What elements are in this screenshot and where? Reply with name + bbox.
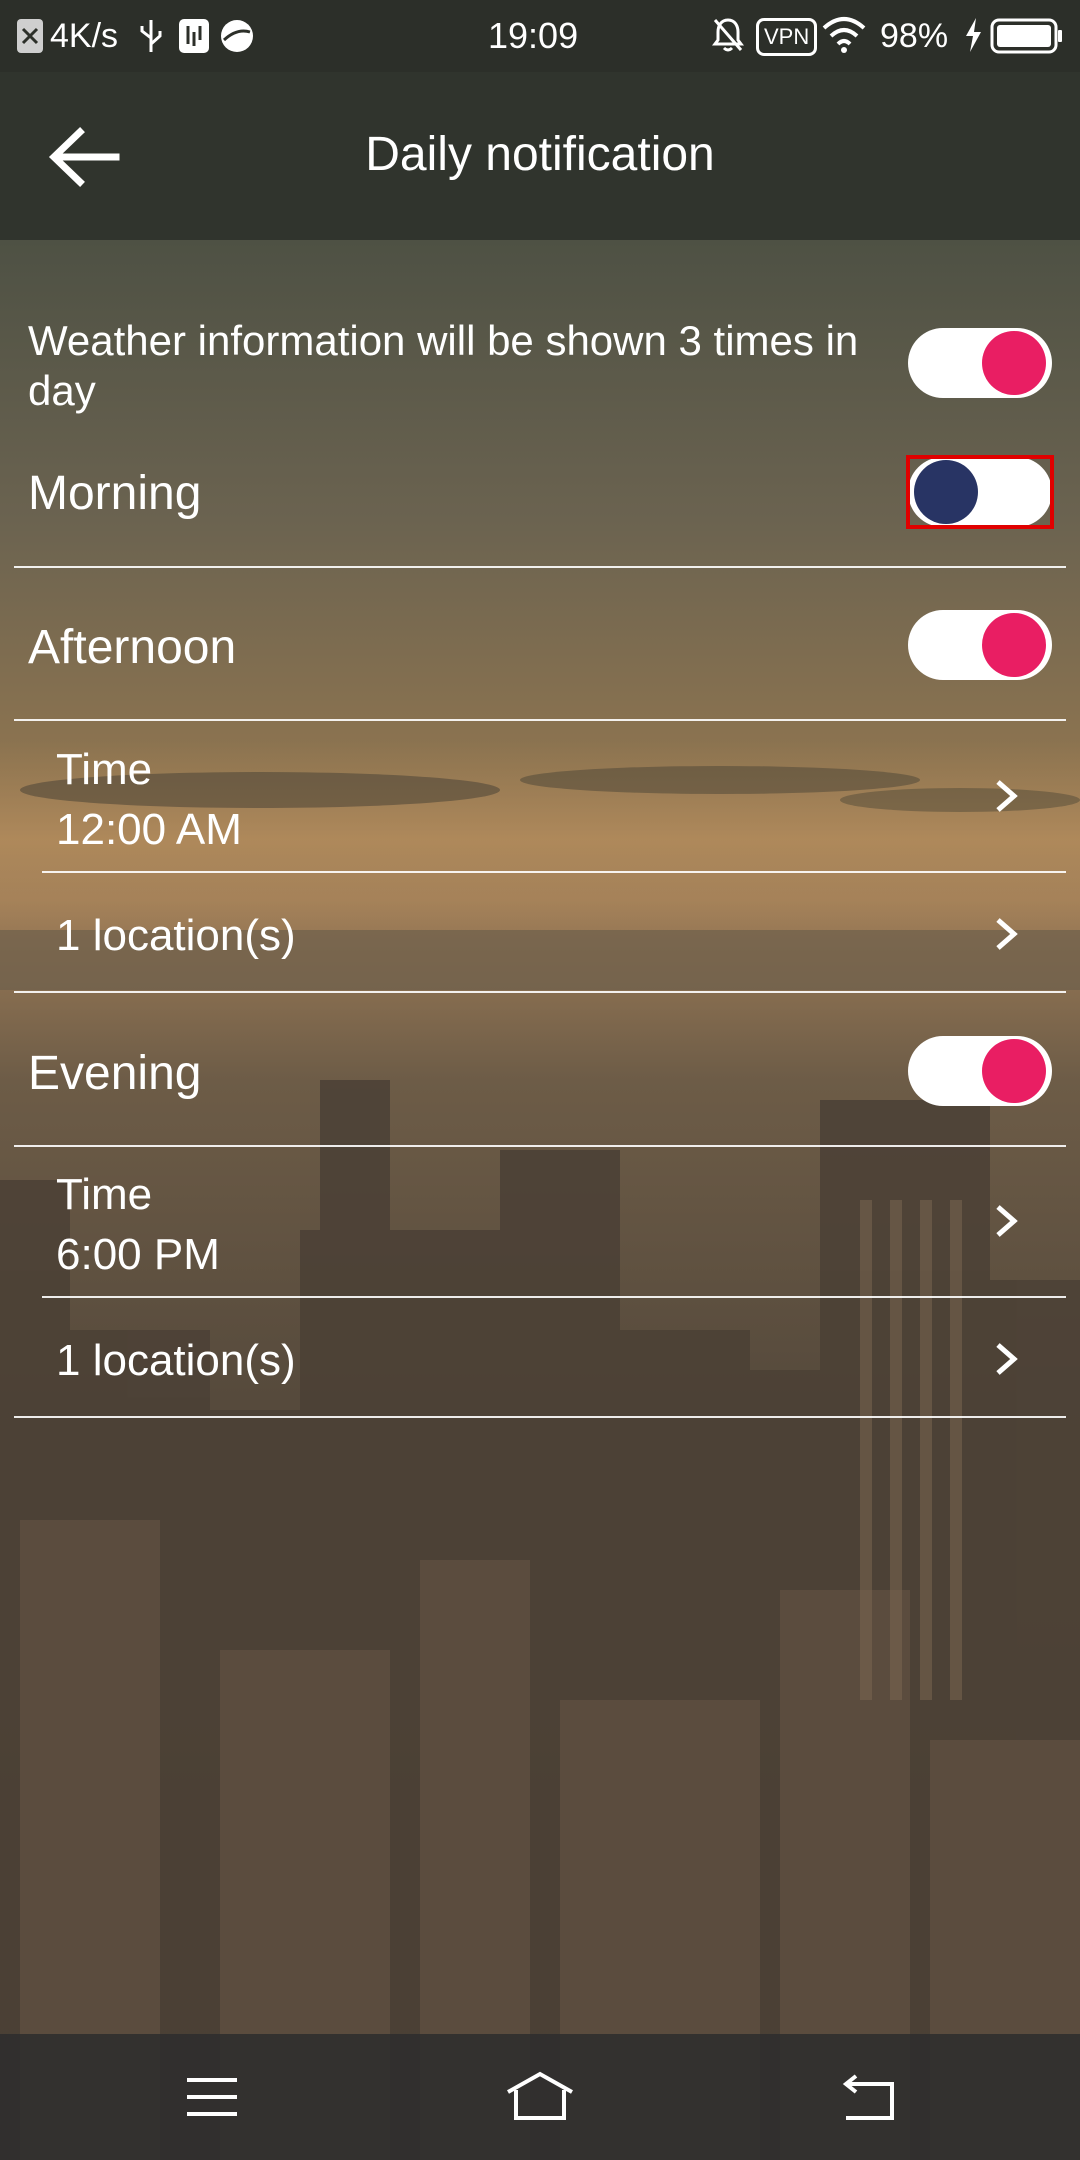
clock: 19:09 — [488, 15, 579, 56]
afternoon-time-label: Time — [56, 745, 153, 794]
evening-time-value: 6:00 PM — [56, 1230, 220, 1279]
network-speed: 4K/s — [50, 17, 119, 55]
afternoon-locations: 1 location(s) — [56, 911, 296, 960]
afternoon-toggle[interactable] — [908, 610, 1052, 680]
divider — [42, 1296, 1066, 1298]
afternoon-label: Afternoon — [28, 621, 237, 674]
evening-label: Evening — [28, 1047, 202, 1100]
mute-bell-icon — [712, 18, 744, 52]
evening-time-label: Time — [56, 1170, 153, 1219]
divider — [14, 991, 1066, 993]
battery-icon — [990, 18, 1062, 54]
toggle-knob — [914, 460, 978, 524]
vpn-badge: VPN — [756, 18, 818, 56]
toggle-knob — [982, 331, 1046, 395]
menu-icon — [187, 2078, 237, 2116]
status-bar: 4K/s 19:09 VPN 98% — [0, 0, 1080, 72]
morning-label: Morning — [28, 467, 202, 520]
master-description: Weather information will be shown 3 time… — [28, 317, 859, 414]
back-nav-button[interactable] — [818, 2062, 918, 2132]
app-screen: 4K/s 19:09 VPN 98% Daily notification We… — [0, 0, 1080, 2160]
page-title: Daily notification — [365, 128, 715, 181]
charging-icon — [966, 18, 981, 52]
afternoon-time-value: 12:00 AM — [56, 805, 242, 854]
morning-toggle[interactable] — [908, 457, 1052, 527]
master-toggle[interactable] — [908, 328, 1052, 398]
divider — [14, 1416, 1066, 1418]
evening-toggle[interactable] — [908, 1036, 1052, 1106]
evening-locations: 1 location(s) — [56, 1336, 296, 1385]
close-notification-icon — [17, 19, 43, 53]
battery-percent: 98% — [880, 17, 949, 55]
divider — [14, 566, 1066, 568]
menu-button[interactable] — [162, 2062, 262, 2132]
home-icon — [507, 2071, 573, 2120]
chevron-right-icon — [996, 1205, 1018, 1237]
app-badge-icon — [221, 20, 253, 52]
toggle-knob — [982, 613, 1046, 677]
toolbar: Daily notification — [0, 72, 1080, 240]
chevron-right-icon — [996, 1343, 1018, 1375]
home-button[interactable] — [490, 2062, 590, 2132]
toggle-knob — [982, 1039, 1046, 1103]
divider — [14, 1145, 1066, 1147]
usb-icon — [140, 20, 162, 52]
back-icon — [842, 2074, 894, 2120]
chevron-right-icon — [996, 918, 1018, 950]
wifi-icon — [822, 17, 866, 53]
divider — [14, 719, 1066, 721]
usb-debug-icon — [179, 19, 209, 53]
divider — [42, 871, 1066, 873]
navigation-bar — [0, 2034, 1080, 2160]
chevron-right-icon — [996, 780, 1018, 812]
